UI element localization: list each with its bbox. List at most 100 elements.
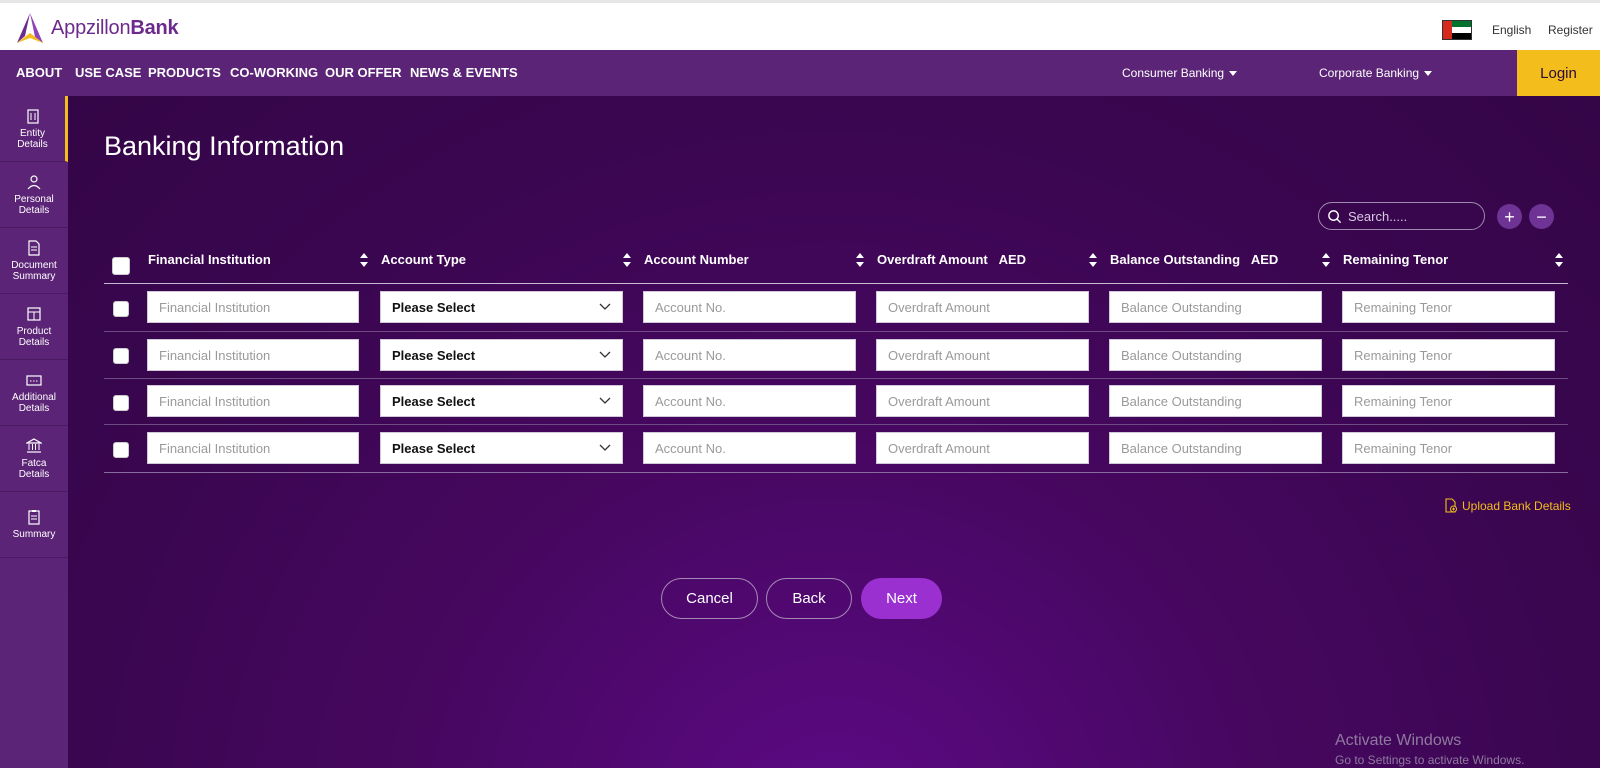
nav-co-working[interactable]: CO-WORKING (230, 65, 318, 80)
sidebar-label: Summary (12, 529, 56, 540)
sidebar-item-document-summary[interactable]: Document Summary (0, 228, 68, 294)
balance-outstanding-field[interactable]: Balance Outstanding (1109, 432, 1322, 464)
account-number-field[interactable]: Account No. (643, 291, 856, 323)
corporate-banking-label: Corporate Banking (1319, 66, 1420, 80)
remove-row-button[interactable]: − (1529, 204, 1554, 229)
row-checkbox[interactable] (113, 301, 129, 317)
column-header-balance-outstanding[interactable]: Balance Outstanding AED (1110, 252, 1278, 267)
account-type-select[interactable]: Please Select (380, 432, 623, 464)
add-row-button[interactable]: + (1497, 204, 1522, 229)
main-nav: ABOUT USE CASE PRODUCTS CO-WORKING OUR O… (0, 50, 1600, 96)
account-type-select[interactable]: Please Select (380, 339, 623, 371)
account-type-value: Please Select (392, 299, 476, 315)
sort-icon[interactable] (856, 253, 864, 267)
cancel-button[interactable]: Cancel (661, 578, 758, 619)
overdraft-amount-field[interactable]: Overdraft Amount (876, 385, 1089, 417)
language-link[interactable]: English (1492, 23, 1531, 37)
search-icon (1328, 209, 1342, 223)
chevron-down-icon (599, 444, 611, 451)
row-checkbox[interactable] (113, 442, 129, 458)
register-link[interactable]: Register (1548, 23, 1593, 37)
row-divider (104, 472, 1568, 473)
sidebar-label: Additional Details (12, 391, 56, 414)
sidebar-item-summary[interactable]: Summary (0, 492, 68, 558)
document-icon (28, 239, 40, 256)
account-type-value: Please Select (392, 347, 476, 363)
caret-down-icon (1424, 70, 1433, 76)
uae-flag-icon[interactable] (1442, 20, 1472, 40)
sidebar-item-entity-details[interactable]: Entity Details (0, 96, 68, 162)
sort-icon[interactable] (1089, 253, 1097, 267)
corporate-banking-dropdown[interactable]: Corporate Banking (1319, 66, 1433, 80)
sidebar-label: Fatca Details (18, 457, 50, 480)
column-header-financial-institution[interactable]: Financial Institution (148, 252, 271, 267)
balance-outstanding-field[interactable]: Balance Outstanding (1109, 385, 1322, 417)
account-type-value: Please Select (392, 393, 476, 409)
activate-windows-subtitle: Go to Settings to activate Windows. (1335, 753, 1525, 767)
sidebar-item-product-details[interactable]: Product Details (0, 294, 68, 360)
overdraft-amount-field[interactable]: Overdraft Amount (876, 291, 1089, 323)
nav-products[interactable]: PRODUCTS (148, 65, 221, 80)
financial-institution-field[interactable]: Financial Institution (147, 291, 359, 323)
column-header-account-number[interactable]: Account Number (644, 252, 749, 267)
chevron-down-icon (599, 351, 611, 358)
appzillon-logo[interactable]: AppzillonBank (13, 10, 179, 46)
top-header: AppzillonBank English Register (0, 0, 1600, 50)
sort-icon[interactable] (623, 253, 631, 267)
row-divider (104, 378, 1568, 379)
account-number-field[interactable]: Account No. (643, 339, 856, 371)
financial-institution-field[interactable]: Financial Institution (147, 385, 359, 417)
account-number-field[interactable]: Account No. (643, 432, 856, 464)
column-header-account-type[interactable]: Account Type (381, 252, 466, 267)
login-button[interactable]: Login (1517, 50, 1600, 96)
consumer-banking-label: Consumer Banking (1122, 66, 1225, 80)
search-box[interactable] (1318, 202, 1485, 230)
column-header-remaining-tenor[interactable]: Remaining Tenor (1343, 252, 1448, 267)
sort-icon[interactable] (1555, 253, 1563, 267)
sort-icon[interactable] (1322, 253, 1330, 267)
sidebar-label: Document Summary (11, 259, 57, 282)
currency-label: AED (998, 252, 1027, 267)
account-type-value: Please Select (392, 440, 476, 456)
remaining-tenor-field[interactable]: Remaining Tenor (1342, 291, 1555, 323)
nav-news-events[interactable]: NEWS & EVENTS (410, 65, 518, 80)
caret-down-icon (1229, 70, 1238, 76)
balance-outstanding-field[interactable]: Balance Outstanding (1109, 339, 1322, 371)
financial-institution-field[interactable]: Financial Institution (147, 432, 359, 464)
sidebar-label: Entity Details (17, 127, 48, 150)
nav-about[interactable]: ABOUT (16, 65, 62, 80)
account-type-select[interactable]: Please Select (380, 291, 623, 323)
balance-outstanding-field[interactable]: Balance Outstanding (1109, 291, 1322, 323)
search-input[interactable] (1348, 208, 1478, 224)
financial-institution-field[interactable]: Financial Institution (147, 339, 359, 371)
row-divider (104, 424, 1568, 425)
select-all-checkbox[interactable] (112, 257, 130, 275)
next-button[interactable]: Next (861, 578, 942, 619)
overdraft-amount-field[interactable]: Overdraft Amount (876, 432, 1089, 464)
building-icon (26, 108, 39, 124)
upload-bank-details-link[interactable]: Upload Bank Details (1444, 498, 1571, 513)
column-header-overdraft-amount[interactable]: Overdraft Amount AED (877, 252, 1026, 267)
consumer-banking-dropdown[interactable]: Consumer Banking (1122, 66, 1238, 80)
step-sidebar: Entity Details Personal Details Document Su… (0, 96, 68, 768)
sidebar-item-personal-details[interactable]: Personal Details (0, 162, 68, 228)
sidebar-item-fatca-details[interactable]: Fatca Details (0, 426, 68, 492)
nav-use-case[interactable]: USE CASE (75, 65, 141, 80)
back-button[interactable]: Back (766, 578, 852, 619)
logo-icon (17, 13, 43, 43)
row-checkbox[interactable] (113, 348, 129, 364)
row-checkbox[interactable] (113, 395, 129, 411)
nav-our-offer[interactable]: OUR OFFER (325, 65, 402, 80)
upload-file-icon (1445, 498, 1457, 513)
account-type-select[interactable]: Please Select (380, 385, 623, 417)
logo-text: AppzillonBank (51, 16, 179, 39)
remaining-tenor-field[interactable]: Remaining Tenor (1342, 339, 1555, 371)
overdraft-amount-field[interactable]: Overdraft Amount (876, 339, 1089, 371)
sidebar-item-additional-details[interactable]: Additional Details (0, 360, 68, 426)
sidebar-label: Product Details (16, 325, 52, 348)
remaining-tenor-field[interactable]: Remaining Tenor (1342, 385, 1555, 417)
sidebar-label: Personal Details (14, 193, 54, 216)
account-number-field[interactable]: Account No. (643, 385, 856, 417)
sort-icon[interactable] (360, 253, 368, 267)
remaining-tenor-field[interactable]: Remaining Tenor (1342, 432, 1555, 464)
